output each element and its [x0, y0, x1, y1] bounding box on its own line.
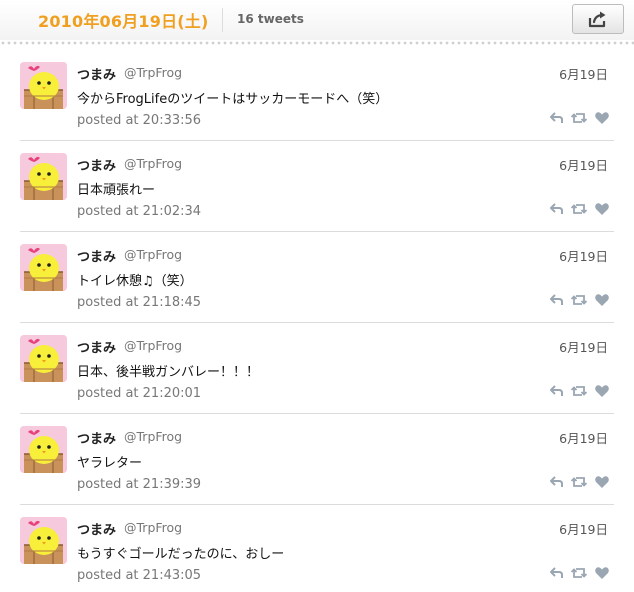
- tweet-divider: [20, 504, 614, 505]
- favorite-heart-icon[interactable]: [594, 474, 610, 490]
- share-button[interactable]: [572, 4, 624, 34]
- avatar[interactable]: [20, 244, 67, 291]
- author-name[interactable]: つまみ: [77, 64, 116, 83]
- tweet-divider: [20, 413, 614, 414]
- avatar[interactable]: [20, 153, 67, 200]
- posted-time: posted at 21:02:34: [77, 204, 202, 219]
- tweet-actions: [549, 292, 611, 308]
- avatar[interactable]: [20, 335, 67, 382]
- retweet-icon[interactable]: [571, 565, 587, 581]
- tweet-item: つまみ @TrpFrog 6月19日 トイレ休憩♫（笑） posted at 2…: [0, 244, 634, 335]
- tweet-item: つまみ @TrpFrog 6月19日 もうすぐゴールだったのに、おしー post…: [0, 517, 634, 592]
- retweet-icon[interactable]: [571, 474, 587, 490]
- tweet-date[interactable]: 6月19日: [559, 246, 608, 265]
- avatar-chick-icon: [20, 517, 67, 564]
- author-handle[interactable]: @TrpFrog: [124, 65, 182, 80]
- posted-time: posted at 21:43:05: [77, 568, 202, 583]
- tweet-date[interactable]: 6月19日: [559, 155, 608, 174]
- tweet-date[interactable]: 6月19日: [559, 64, 608, 83]
- favorite-heart-icon[interactable]: [594, 565, 610, 581]
- tweet-count: 16 tweets: [237, 12, 304, 26]
- posted-time: posted at 21:39:39: [77, 477, 202, 492]
- tweet-text: 日本頑張れー: [77, 183, 156, 198]
- tweet-date[interactable]: 6月19日: [559, 428, 608, 447]
- tweet-actions: [549, 201, 611, 217]
- avatar[interactable]: [20, 426, 67, 473]
- tweet-actions: [549, 474, 611, 490]
- avatar-chick-icon: [20, 335, 67, 382]
- posted-time: posted at 21:20:01: [77, 386, 202, 401]
- reply-icon[interactable]: [549, 474, 565, 490]
- avatar-chick-icon: [20, 426, 67, 473]
- tweet-divider: [20, 140, 614, 141]
- author-handle[interactable]: @TrpFrog: [124, 156, 182, 171]
- author-name[interactable]: つまみ: [77, 337, 116, 356]
- tweet-text: トイレ休憩♫（笑）: [77, 274, 193, 289]
- author-name[interactable]: つまみ: [77, 155, 116, 174]
- tweet-item: つまみ @TrpFrog 6月19日 日本、後半戦ガンバレー！！！ posted…: [0, 335, 634, 426]
- retweet-icon[interactable]: [571, 110, 587, 126]
- posted-time: posted at 21:18:45: [77, 295, 202, 310]
- tweet-text: 日本、後半戦ガンバレー！！！: [77, 365, 260, 380]
- tweet-text: もうすぐゴールだったのに、おしー: [77, 547, 285, 562]
- tweet-actions: [549, 383, 611, 399]
- author-name[interactable]: つまみ: [77, 246, 116, 265]
- avatar-chick-icon: [20, 244, 67, 291]
- favorite-heart-icon[interactable]: [594, 201, 610, 217]
- reply-icon[interactable]: [549, 292, 565, 308]
- author-handle[interactable]: @TrpFrog: [124, 247, 182, 262]
- header-separator: [222, 8, 223, 32]
- tweet-item: つまみ @TrpFrog 6月19日 今からFrogLifeのツイートはサッカー…: [0, 62, 634, 153]
- timeline-header: 2010年06月19日(土) 16 tweets: [0, 0, 634, 40]
- tweet-text: 今からFrogLifeのツイートはサッカーモードへ（笑）: [77, 92, 389, 107]
- favorite-heart-icon[interactable]: [594, 292, 610, 308]
- reply-icon[interactable]: [549, 110, 565, 126]
- tweet-item: つまみ @TrpFrog 6月19日 日本頑張れー posted at 21:0…: [0, 153, 634, 244]
- header-dotted-border: [0, 40, 634, 46]
- tweet-actions: [549, 565, 611, 581]
- reply-icon[interactable]: [549, 201, 565, 217]
- retweet-icon[interactable]: [571, 383, 587, 399]
- retweet-icon[interactable]: [571, 201, 587, 217]
- avatar-chick-icon: [20, 62, 67, 109]
- avatar[interactable]: [20, 62, 67, 109]
- reply-icon[interactable]: [549, 383, 565, 399]
- share-icon: [588, 11, 606, 28]
- avatar-chick-icon: [20, 153, 67, 200]
- tweet-text: ヤラレター: [77, 456, 143, 471]
- favorite-heart-icon[interactable]: [594, 110, 610, 126]
- author-handle[interactable]: @TrpFrog: [124, 520, 182, 535]
- author-name[interactable]: つまみ: [77, 428, 116, 447]
- tweet-date[interactable]: 6月19日: [559, 519, 608, 538]
- favorite-heart-icon[interactable]: [594, 383, 610, 399]
- avatar[interactable]: [20, 517, 67, 564]
- author-handle[interactable]: @TrpFrog: [124, 338, 182, 353]
- tweet-item: つまみ @TrpFrog 6月19日 ヤラレター posted at 21:39…: [0, 426, 634, 517]
- posted-time: posted at 20:33:56: [77, 113, 202, 128]
- author-name[interactable]: つまみ: [77, 519, 116, 538]
- tweet-divider: [20, 322, 614, 323]
- retweet-icon[interactable]: [571, 292, 587, 308]
- tweet-date[interactable]: 6月19日: [559, 337, 608, 356]
- tweet-divider: [20, 231, 614, 232]
- date-title: 2010年06月19日(土): [38, 12, 209, 31]
- reply-icon[interactable]: [549, 565, 565, 581]
- author-handle[interactable]: @TrpFrog: [124, 429, 182, 444]
- tweet-actions: [549, 110, 611, 126]
